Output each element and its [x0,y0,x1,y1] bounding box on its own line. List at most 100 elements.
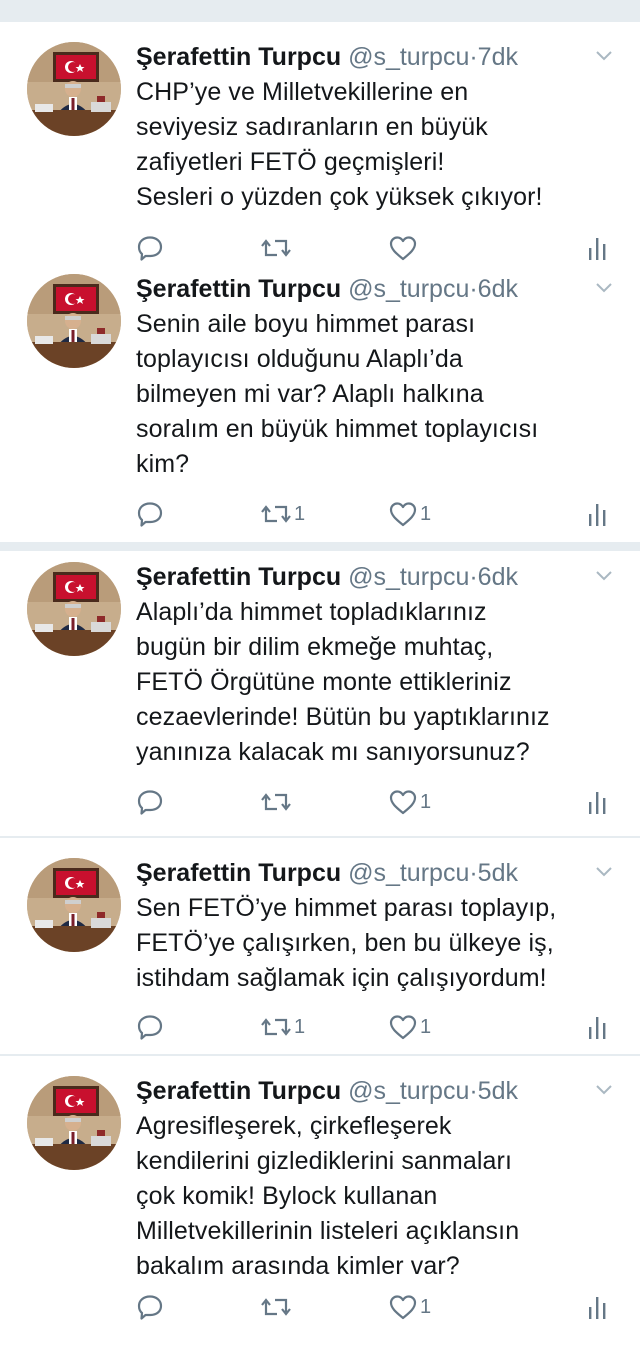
author-handle[interactable]: @s_turpcu [348,1077,469,1105]
retweet-icon [261,1298,291,1316]
author-name[interactable]: Şerafettin Turpcu [136,275,341,303]
tweet-text-line: Agresifleşerek, çirkefleşerek [136,1112,452,1140]
tweet-text: CHP’ye ve Milletvekillerine en seviyesiz… [136,75,626,215]
tweet-text-line: cezaevlerinde! Bütün bu yaptıklarınız [136,703,550,731]
heart-icon [389,1295,417,1320]
retweet-icon [261,793,291,811]
analytics-button[interactable] [586,784,610,820]
author-handle[interactable]: @s_turpcu [348,275,469,303]
like-count: 1 [420,1295,432,1318]
like-button[interactable]: 1 [388,496,431,532]
tweet-text-line: çok komik! Bylock kullanan [136,1182,438,1210]
reply-icon [137,1295,163,1320]
avatar-image [27,42,121,136]
reply-button[interactable] [136,1009,164,1045]
separator-dot: · [469,563,478,591]
avatar[interactable] [27,562,121,656]
heart-icon [389,790,417,815]
author-handle[interactable]: @s_turpcu [348,43,469,71]
timestamp[interactable]: 5dk [478,1077,518,1105]
retweet-count: 1 [294,1015,306,1038]
reply-icon [137,790,163,815]
tweet-text-line: Sen FETÖ’ye himmet parası toplayıp, [136,894,557,922]
chevron-down-icon[interactable] [594,864,614,880]
tweet-text-line: kendilerini gizlediklerini sanmaları [136,1147,512,1175]
author-handle[interactable]: @s_turpcu [348,563,469,591]
analytics-icon [589,792,606,814]
reply-icon [137,502,163,527]
reply-button[interactable] [136,784,164,820]
tweet-header: Şerafettin Turpcu @s_turpcu·6dk [136,560,576,594]
tweet-actions: 1 [0,1289,640,1325]
avatar-image [27,858,121,952]
avatar[interactable] [27,858,121,952]
tweet-text: Sen FETÖ’ye himmet parası toplayıp, FETÖ… [136,891,626,996]
retweet-button[interactable] [260,1289,294,1325]
like-button[interactable]: 1 [388,1009,431,1045]
tweet-text: Senin aile boyu himmet parası toplayıcıs… [136,307,626,482]
chevron-down-icon[interactable] [594,1082,614,1098]
like-button[interactable]: 1 [388,784,431,820]
tweet-text-line: bakalım arasında kimler var? [136,1252,460,1280]
avatar[interactable] [27,274,121,368]
tweet[interactable]: Şerafettin Turpcu @s_turpcu·6dk Senin ai… [0,254,640,542]
author-name[interactable]: Şerafettin Turpcu [136,563,341,591]
retweet-count: 1 [294,502,306,525]
tweet[interactable]: Şerafettin Turpcu @s_turpcu·7dk CHP’ye v… [0,22,640,272]
chevron-down-icon[interactable] [594,280,614,296]
tweet-text-line: bugün bir dilim ekmeğe muhtaç, [136,633,494,661]
analytics-button[interactable] [586,1009,610,1045]
tweet-text-line: toplayıcısı olduğunu Alaplı’da [136,345,463,373]
retweet-icon [261,505,291,523]
chevron-down-icon[interactable] [594,48,614,64]
like-count: 1 [420,790,432,813]
retweet-icon [261,1018,291,1036]
retweet-button[interactable]: 1 [260,496,305,532]
avatar-image [27,274,121,368]
tweet-text: Alaplı’da himmet topladıklarınız bugün b… [136,595,626,770]
tweet-text-line: Sesleri o yüzden çok yüksek çıkıyor! [136,183,543,211]
tweet-actions: 1 1 [0,496,640,532]
separator-dot: · [469,1077,478,1105]
tweet-header: Şerafettin Turpcu @s_turpcu·5dk [136,856,576,890]
author-name[interactable]: Şerafettin Turpcu [136,1077,341,1105]
tweet-text-line: zafiyetleri FETÖ geçmişleri! [136,148,445,176]
separator-dot: · [469,859,478,887]
timestamp[interactable]: 6dk [478,563,518,591]
like-count: 1 [420,1015,432,1038]
timeline: Şerafettin Turpcu @s_turpcu·7dk CHP’ye v… [0,0,640,1356]
top-divider [0,0,640,22]
tweet-header: Şerafettin Turpcu @s_turpcu·7dk [136,40,576,74]
reply-button[interactable] [136,1289,164,1325]
tweet-text-line: FETÖ Örgütüne monte ettikleriniz [136,668,512,696]
chevron-down-icon[interactable] [594,568,614,584]
avatar-image [27,562,121,656]
retweet-button[interactable]: 1 [260,1009,305,1045]
timestamp[interactable]: 6dk [478,275,518,303]
analytics-button[interactable] [586,1289,610,1325]
analytics-button[interactable] [586,496,610,532]
tweet-actions: 1 [0,784,640,820]
retweet-button[interactable] [260,784,294,820]
avatar[interactable] [27,1076,121,1170]
reply-icon [137,1015,163,1040]
author-name[interactable]: Şerafettin Turpcu [136,859,341,887]
tweet-text-line: Alaplı’da himmet topladıklarınız [136,598,487,626]
heart-icon [389,1015,417,1040]
tweet[interactable]: Şerafettin Turpcu @s_turpcu·5dk Agresifl… [0,1056,640,1356]
tweet-text-line: Senin aile boyu himmet parası [136,310,476,338]
heart-icon [389,502,417,527]
timestamp[interactable]: 7dk [478,43,518,71]
tweet-text-line: istihdam sağlamak için çalışıyordum! [136,964,547,992]
separator-dot: · [469,43,478,71]
like-button[interactable]: 1 [388,1289,431,1325]
tweet[interactable]: Şerafettin Turpcu @s_turpcu·5dk Sen FETÖ… [0,838,640,1054]
author-name[interactable]: Şerafettin Turpcu [136,43,341,71]
tweet[interactable]: Şerafettin Turpcu @s_turpcu·6dk Alaplı’d… [0,542,640,836]
timestamp[interactable]: 5dk [478,859,518,887]
avatar[interactable] [27,42,121,136]
tweet-text-line: bilmeyen mi var? Alaplı halkına [136,380,484,408]
author-handle[interactable]: @s_turpcu [348,859,469,887]
like-count: 1 [420,502,432,525]
reply-button[interactable] [136,496,164,532]
